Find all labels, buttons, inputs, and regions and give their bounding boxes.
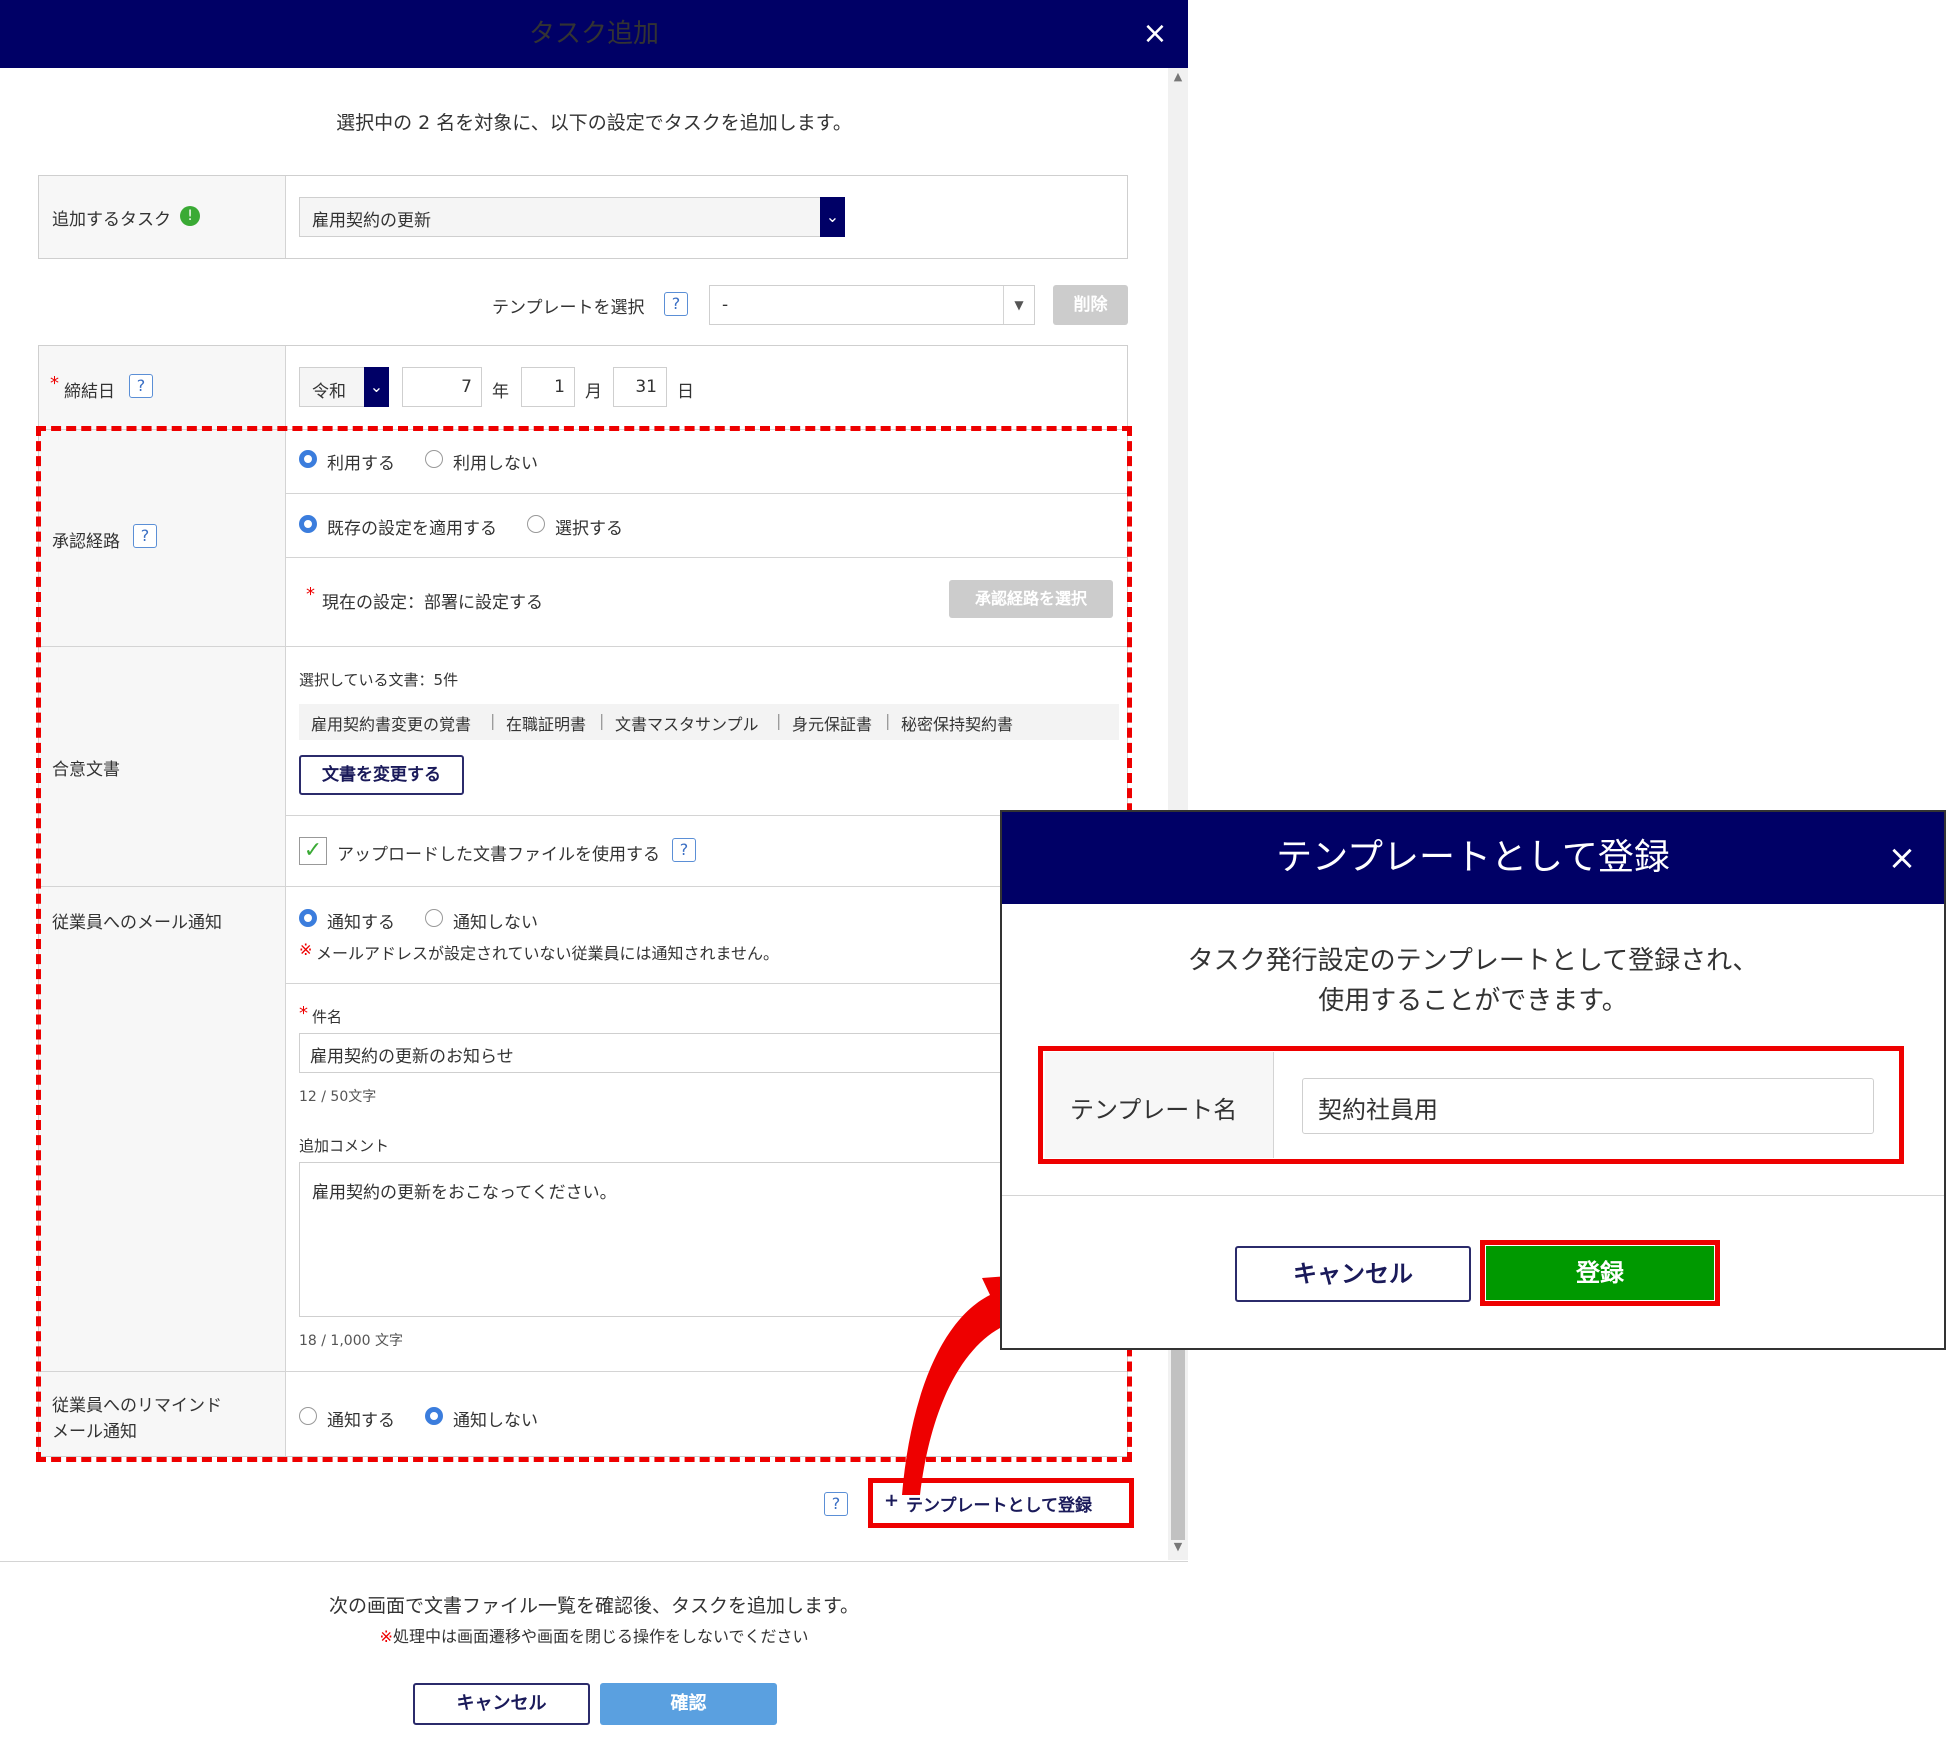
template-select-value: - (722, 295, 729, 315)
highlight-frame (1038, 1046, 1904, 1164)
chevron-down-icon[interactable]: ⌄ (364, 367, 389, 407)
scroll-up-icon[interactable]: ▲ (1168, 70, 1188, 88)
caret-down-icon[interactable]: ▼ (1004, 286, 1034, 324)
divider (1002, 1195, 1944, 1196)
task-select-value: 雇用契約の更新 (312, 211, 431, 231)
intro-text: 選択中の 2 名を対象に、以下の設定でタスクを追加します。 (336, 112, 852, 134)
info-icon: ! (180, 206, 200, 226)
template-select[interactable] (709, 285, 1035, 325)
confirm-button[interactable]: 確認 (600, 1683, 777, 1725)
divider (285, 176, 286, 258)
cancel-button[interactable]: キャンセル (413, 1683, 590, 1725)
day-value: 31 (635, 377, 657, 397)
dialog-title: テンプレートとして登録 (1276, 837, 1670, 878)
divider (0, 1561, 1188, 1562)
dialog-message-line2: 使用することができます。 (1318, 986, 1628, 1016)
scrollbar-thumb[interactable] (1171, 1350, 1185, 1540)
month-unit: 月 (585, 382, 602, 402)
dialog-register-button[interactable]: 登録 (1486, 1246, 1714, 1300)
dialog-title: タスク追加 (528, 19, 659, 49)
chevron-down-icon[interactable]: ⌄ (820, 197, 845, 237)
year-value: 7 (461, 377, 472, 397)
era-value: 令和 (312, 382, 346, 402)
date-label: 締結日 (64, 382, 115, 402)
footer-warning: ※処理中は画面遷移や画面を閉じる操作をしないでください (0, 1623, 1188, 1647)
delete-button[interactable]: 削除 (1053, 285, 1128, 325)
dialog-message-line1: タスク発行設定のテンプレートとして登録され、 (1187, 946, 1759, 976)
required-mark: * (50, 373, 59, 394)
dialog-cancel-button[interactable]: キャンセル (1235, 1246, 1471, 1302)
scroll-down-icon[interactable]: ▼ (1168, 1540, 1188, 1558)
month-value: 1 (554, 377, 565, 397)
help-icon[interactable]: ? (664, 292, 688, 316)
warning-mark: ※ (379, 1627, 393, 1646)
close-icon[interactable]: × (1880, 836, 1924, 880)
footer-text: 次の画面で文書ファイル一覧を確認後、タスクを追加します。 (328, 1595, 860, 1617)
template-select-label: テンプレートを選択 (492, 298, 645, 318)
close-icon[interactable]: × (1135, 14, 1175, 54)
year-unit: 年 (492, 382, 509, 402)
task-label: 追加するタスク (52, 210, 171, 230)
footer-warning-text: 処理中は画面遷移や画面を閉じる操作をしないでください (392, 1627, 809, 1646)
help-icon[interactable]: ? (129, 374, 153, 398)
day-unit: 日 (677, 382, 694, 402)
help-icon[interactable]: ? (824, 1492, 848, 1516)
